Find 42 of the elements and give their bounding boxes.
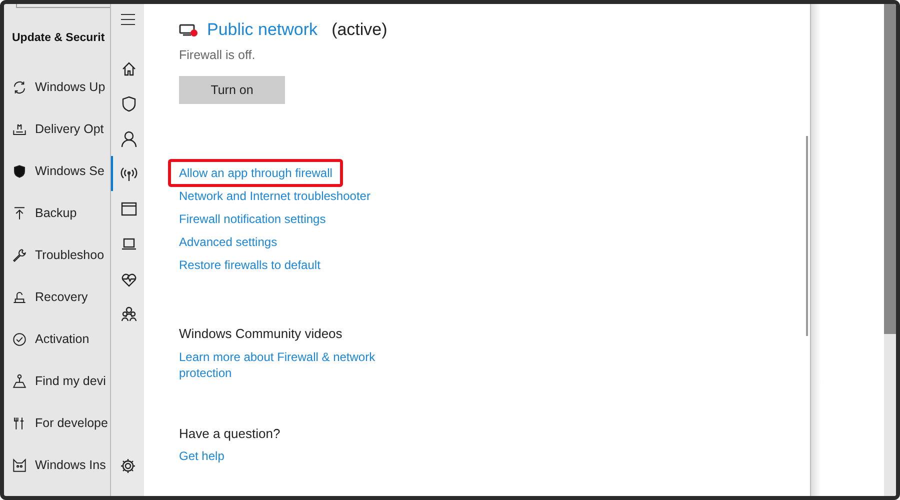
link[interactable]: Get help: [179, 449, 224, 463]
sidebar-item[interactable]: Recovery: [12, 276, 110, 318]
turn-on-button[interactable]: Turn on: [179, 76, 285, 104]
link[interactable]: Network and Internet troubleshooter: [179, 189, 370, 203]
scrollbar[interactable]: [806, 136, 808, 336]
antenna-icon: [120, 164, 138, 182]
sidebar-item[interactable]: Troubleshoo: [12, 234, 110, 276]
cat-icon: [12, 458, 27, 472]
sidebar-item[interactable]: Delivery Opt: [12, 108, 110, 150]
link[interactable]: Allow an app through firewall: [179, 166, 332, 180]
sidebar-item[interactable]: Windows Ins: [12, 444, 110, 486]
window-icon: [120, 200, 138, 218]
sidebar-item[interactable]: Backup: [12, 192, 110, 234]
family-icon: [120, 304, 138, 322]
menu-icon[interactable]: [120, 14, 134, 25]
sidebar-item[interactable]: Windows Up: [12, 66, 110, 108]
tray-icon: [12, 122, 27, 136]
sync-icon: [12, 80, 27, 94]
network-icon: [179, 22, 199, 38]
sidebar-item[interactable]: For develope: [12, 402, 110, 444]
section-heading: Have a question?: [179, 426, 282, 441]
recovery-icon: [12, 290, 27, 304]
link[interactable]: Learn more about Firewall & network protection: [179, 349, 399, 381]
check-circle-icon: [12, 332, 27, 346]
link[interactable]: Advanced settings: [179, 235, 278, 249]
sidebar-item[interactable]: Windows Se: [12, 150, 110, 192]
person-icon: [120, 130, 138, 148]
sidebar-item[interactable]: Activation: [12, 318, 110, 360]
settings-icon: [118, 457, 136, 475]
firewall-status: Firewall is off.: [179, 48, 256, 62]
shield-icon: [120, 94, 138, 112]
section-heading: Windows Community videos: [179, 326, 344, 341]
scrollbar-thumb[interactable]: [884, 4, 896, 334]
link[interactable]: Firewall notification settings: [179, 212, 326, 226]
sidebar-item[interactable]: Find my devi: [12, 360, 110, 402]
link[interactable]: Restore firewalls to default: [179, 258, 320, 272]
network-name: Public network: [207, 20, 318, 40]
network-status: (active): [332, 20, 388, 40]
wrench-icon: [12, 248, 27, 262]
upload-icon: [12, 206, 27, 220]
section-heading: Update & Securit: [12, 32, 106, 44]
shield-icon: [12, 164, 27, 178]
